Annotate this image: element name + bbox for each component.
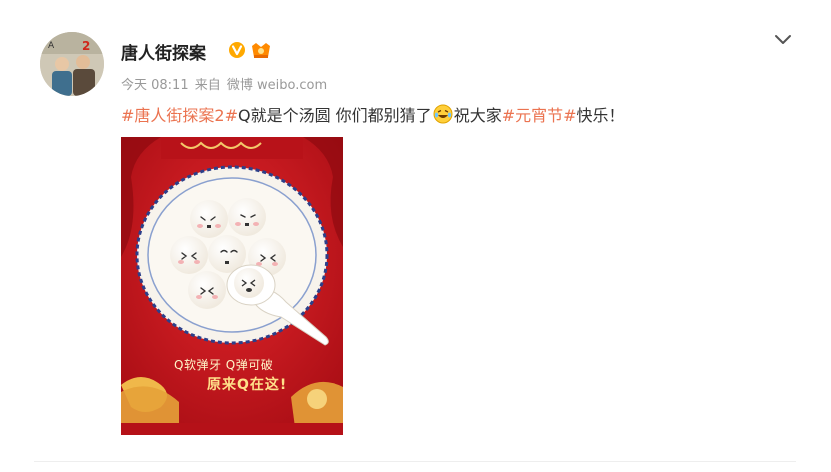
- svg-text:2: 2: [82, 39, 90, 53]
- hashtag-link[interactable]: #唐人街探案2#: [121, 102, 238, 126]
- post-text-part: 祝大家: [453, 106, 502, 125]
- poster-caption-1: Q软弹牙 Q弹可破: [174, 358, 274, 372]
- avatar[interactable]: A 2: [40, 32, 104, 96]
- poster-caption-2: 原来Q在这!: [207, 377, 288, 393]
- post-text: #唐人街探案2# Q就是个汤圆 你们都别猜了 祝大家 #元宵节# 快乐！: [121, 102, 625, 126]
- post-text-part: Q就是个汤圆 你们都别猜了: [238, 106, 432, 125]
- post-text-part: 快乐！: [576, 106, 625, 125]
- post-time[interactable]: 今天 08:11: [121, 78, 189, 93]
- post-meta: 今天 08:11 来自 微博 weibo.com: [121, 74, 329, 93]
- svg-text:A: A: [48, 41, 55, 51]
- avatar-image: A 2: [40, 32, 104, 96]
- source-prefix: 来自: [194, 78, 221, 93]
- post-image[interactable]: Q软弹牙 Q弹可破 原来Q在这!: [121, 137, 343, 435]
- username[interactable]: 唐人街探案: [121, 39, 206, 64]
- divider: [34, 461, 796, 462]
- verified-icon: [229, 42, 245, 58]
- post-source[interactable]: 微博 weibo.com: [227, 78, 327, 93]
- vip-icon[interactable]: [250, 40, 272, 60]
- laughing-crying-emoji-icon: [433, 104, 453, 124]
- chevron-down-icon[interactable]: [774, 31, 792, 44]
- hashtag-link[interactable]: #元宵节#: [502, 102, 577, 126]
